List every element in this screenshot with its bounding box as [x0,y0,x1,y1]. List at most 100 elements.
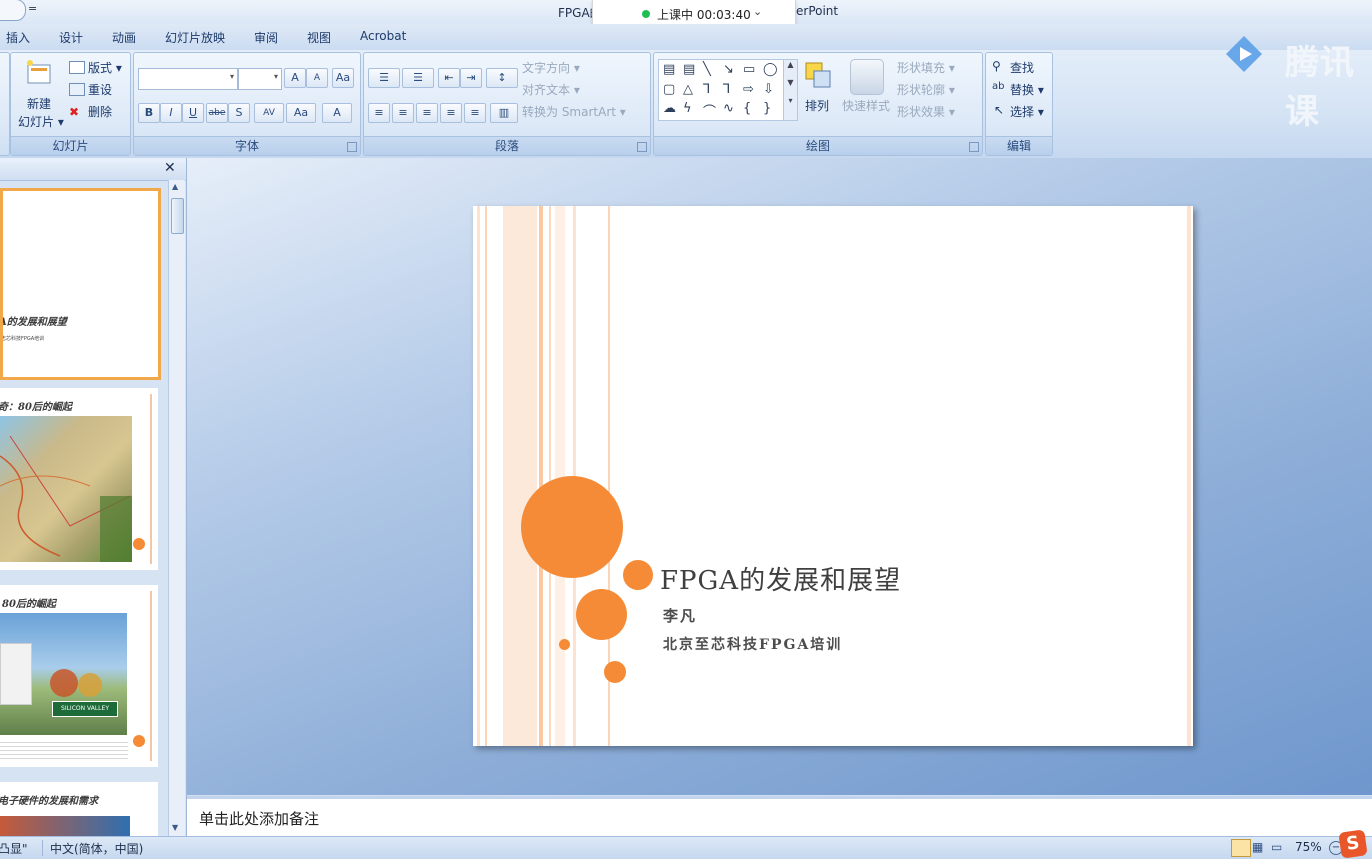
text-direction-button[interactable]: 文字方向 ▾ [522,59,580,76]
notes-pane[interactable]: 单击此处添加备注 [187,796,1372,839]
arrange-button[interactable]: 排列 [805,97,829,114]
arrange-icon[interactable] [802,59,836,95]
align-center-button[interactable]: ≡ [392,103,414,123]
slide-thumbnail-3[interactable]: 80后的崛起 SILICON VALLEY [0,585,158,767]
bullets-button[interactable]: ☰ [368,68,400,88]
scroll-down-icon[interactable]: ▼ [172,823,178,832]
current-slide[interactable]: FPGA的发展和展望 李凡 北京至芯科技FPGA培训 [473,206,1193,746]
shrink-font-button[interactable]: A [306,68,328,88]
slide-thumbnail-1[interactable]: A的发展和展望 志芯科技FPGA培训 [0,188,161,380]
chevron-down-icon[interactable]: ⌄ [753,5,762,18]
tab-review[interactable]: 审阅 [254,29,278,46]
align-text-button[interactable]: 对齐文本 ▾ [522,81,580,98]
notes-placeholder[interactable]: 单击此处添加备注 [199,808,319,829]
shape-outline-button[interactable]: 形状轮廓 ▾ [897,81,955,98]
slide-organization[interactable]: 北京至芯科技FPGA培训 [663,634,842,654]
shape-effects-button[interactable]: 形状效果 ▾ [897,103,955,120]
slide-title[interactable]: FPGA的发展和展望 [660,560,901,597]
strikethrough-button[interactable]: abe [206,103,228,123]
editing-group-label: 编辑 [986,136,1052,155]
find-button[interactable]: 查找 [1010,59,1034,76]
text-shadow-button[interactable]: S [228,103,250,123]
tab-design[interactable]: 设计 [59,29,83,46]
convert-smartart-button[interactable]: 转换为 SmartArt ▾ [522,103,626,120]
shape-fill-button[interactable]: 形状填充 ▾ [897,59,955,76]
line-spacing-button[interactable]: ↕ [486,68,518,88]
line-shape-icon[interactable]: ╲ [703,62,711,77]
tab-acrobat[interactable]: Acrobat [360,29,406,43]
clear-format-button[interactable]: Aa [332,68,354,88]
scroll-up-icon[interactable]: ▲ [172,182,178,191]
bold-button[interactable]: B [138,103,160,123]
quick-access-undo-button[interactable] [0,0,26,21]
columns-button[interactable]: ▥ [490,103,518,123]
quick-access-customize-icon[interactable]: = [28,2,37,15]
tab-insert[interactable]: 插入 [6,29,30,46]
new-slide-icon[interactable] [25,59,53,87]
italic-button[interactable]: I [160,103,182,123]
scrollbar-thumb[interactable] [171,198,184,234]
elbow-connector-shape-icon[interactable]: ⅂ [703,82,710,97]
shapes-gallery[interactable]: ▤ ▤ ╲ ↘ ▭ ◯ ▢ △ ⅂ ⅂ ⇨ ⇩ ☁ ϟ ⌒ ∿ { } ▲ ▼ ▾ [658,59,798,121]
char-spacing-button[interactable]: AV [254,103,284,123]
lightning-shape-icon[interactable]: ϟ [683,101,692,116]
replace-button[interactable]: 替换 ▾ [1010,81,1044,98]
arrow-line-shape-icon[interactable]: ↘ [723,62,734,77]
numbering-button[interactable]: ☰ [402,68,434,88]
reset-button[interactable]: 重设 [88,81,112,98]
quick-styles-button[interactable]: 快速样式 [842,97,890,114]
sogou-input-icon[interactable]: S [1338,829,1368,859]
change-case-button[interactable]: Aa [286,103,316,123]
new-slide-button[interactable]: 新建 [27,95,51,112]
paragraph-group: ☰ ☰ ⇤ ⇥ ↕ ≡ ≡ ≡ ≡ ≡ ▥ 文字方向 ▾ 对齐文本 ▾ 转换为 … [363,52,651,156]
drawing-dialog-launcher-icon[interactable] [969,142,979,152]
freeform-shape-icon[interactable]: ∿ [723,101,734,116]
slide-show-view-icon[interactable]: ▭ [1271,840,1282,854]
underline-button[interactable]: U [182,103,204,123]
grow-font-button[interactable]: A [284,68,306,88]
font-dialog-launcher-icon[interactable] [347,142,357,152]
distributed-button[interactable]: ≡ [464,103,486,123]
tab-animations[interactable]: 动画 [112,29,136,46]
decrease-indent-button[interactable]: ⇤ [438,68,460,88]
tab-slide-show[interactable]: 幻灯片放映 [165,29,225,46]
slide-thumbnail-2[interactable]: 奇：80后的崛起 [0,388,158,570]
status-divider [42,840,43,856]
font-name-combo[interactable]: ▾ [138,68,238,90]
curve-shape-icon[interactable]: ⌒ [703,101,716,120]
right-brace-shape-icon[interactable]: } [763,101,771,116]
font-size-combo[interactable]: ▾ [238,68,282,90]
tab-view[interactable]: 视图 [307,29,331,46]
paragraph-dialog-launcher-icon[interactable] [637,142,647,152]
align-left-button[interactable]: ≡ [368,103,390,123]
shapes-gallery-scroll[interactable]: ▲ ▼ ▾ [783,60,797,120]
select-button[interactable]: 选择 ▾ [1010,103,1044,120]
slides-pane-scrollbar[interactable]: ▲ ▼ [168,180,185,836]
down-arrow-shape-icon[interactable]: ⇩ [763,82,774,97]
cloud-shape-icon[interactable]: ☁ [663,101,676,116]
font-color-button[interactable]: A [322,103,352,123]
slide-thumbnail-4[interactable]: 电子硬件的发展和需求 [0,782,158,836]
left-brace-shape-icon[interactable]: { [743,101,751,116]
oval-shape-icon[interactable]: ◯ [763,62,778,77]
close-icon[interactable]: ✕ [164,160,176,176]
normal-view-icon[interactable] [1231,839,1251,857]
delete-button[interactable]: 删除 [88,103,112,120]
align-right-button[interactable]: ≡ [416,103,438,123]
new-slide-dropdown[interactable]: 幻灯片 ▾ [18,113,64,130]
slide-author[interactable]: 李凡 [663,605,697,626]
justify-button[interactable]: ≡ [440,103,462,123]
layout-button[interactable]: 版式 ▾ [88,59,122,76]
language-indicator[interactable]: 中文(简体，中国) [50,840,143,857]
quick-styles-icon[interactable] [850,59,884,95]
vertical-textbox-shape-icon[interactable]: ▤ [683,62,695,77]
zoom-level[interactable]: 75% [1295,840,1322,854]
rounded-rect-shape-icon[interactable]: ▢ [663,82,675,97]
right-arrow-shape-icon[interactable]: ⇨ [743,82,754,97]
increase-indent-button[interactable]: ⇥ [460,68,482,88]
slide-sorter-view-icon[interactable]: ▦ [1252,840,1263,854]
rectangle-shape-icon[interactable]: ▭ [743,62,755,77]
triangle-shape-icon[interactable]: △ [683,82,693,97]
textbox-shape-icon[interactable]: ▤ [663,62,675,77]
elbow-arrow-shape-icon[interactable]: ⅂ [723,82,730,97]
